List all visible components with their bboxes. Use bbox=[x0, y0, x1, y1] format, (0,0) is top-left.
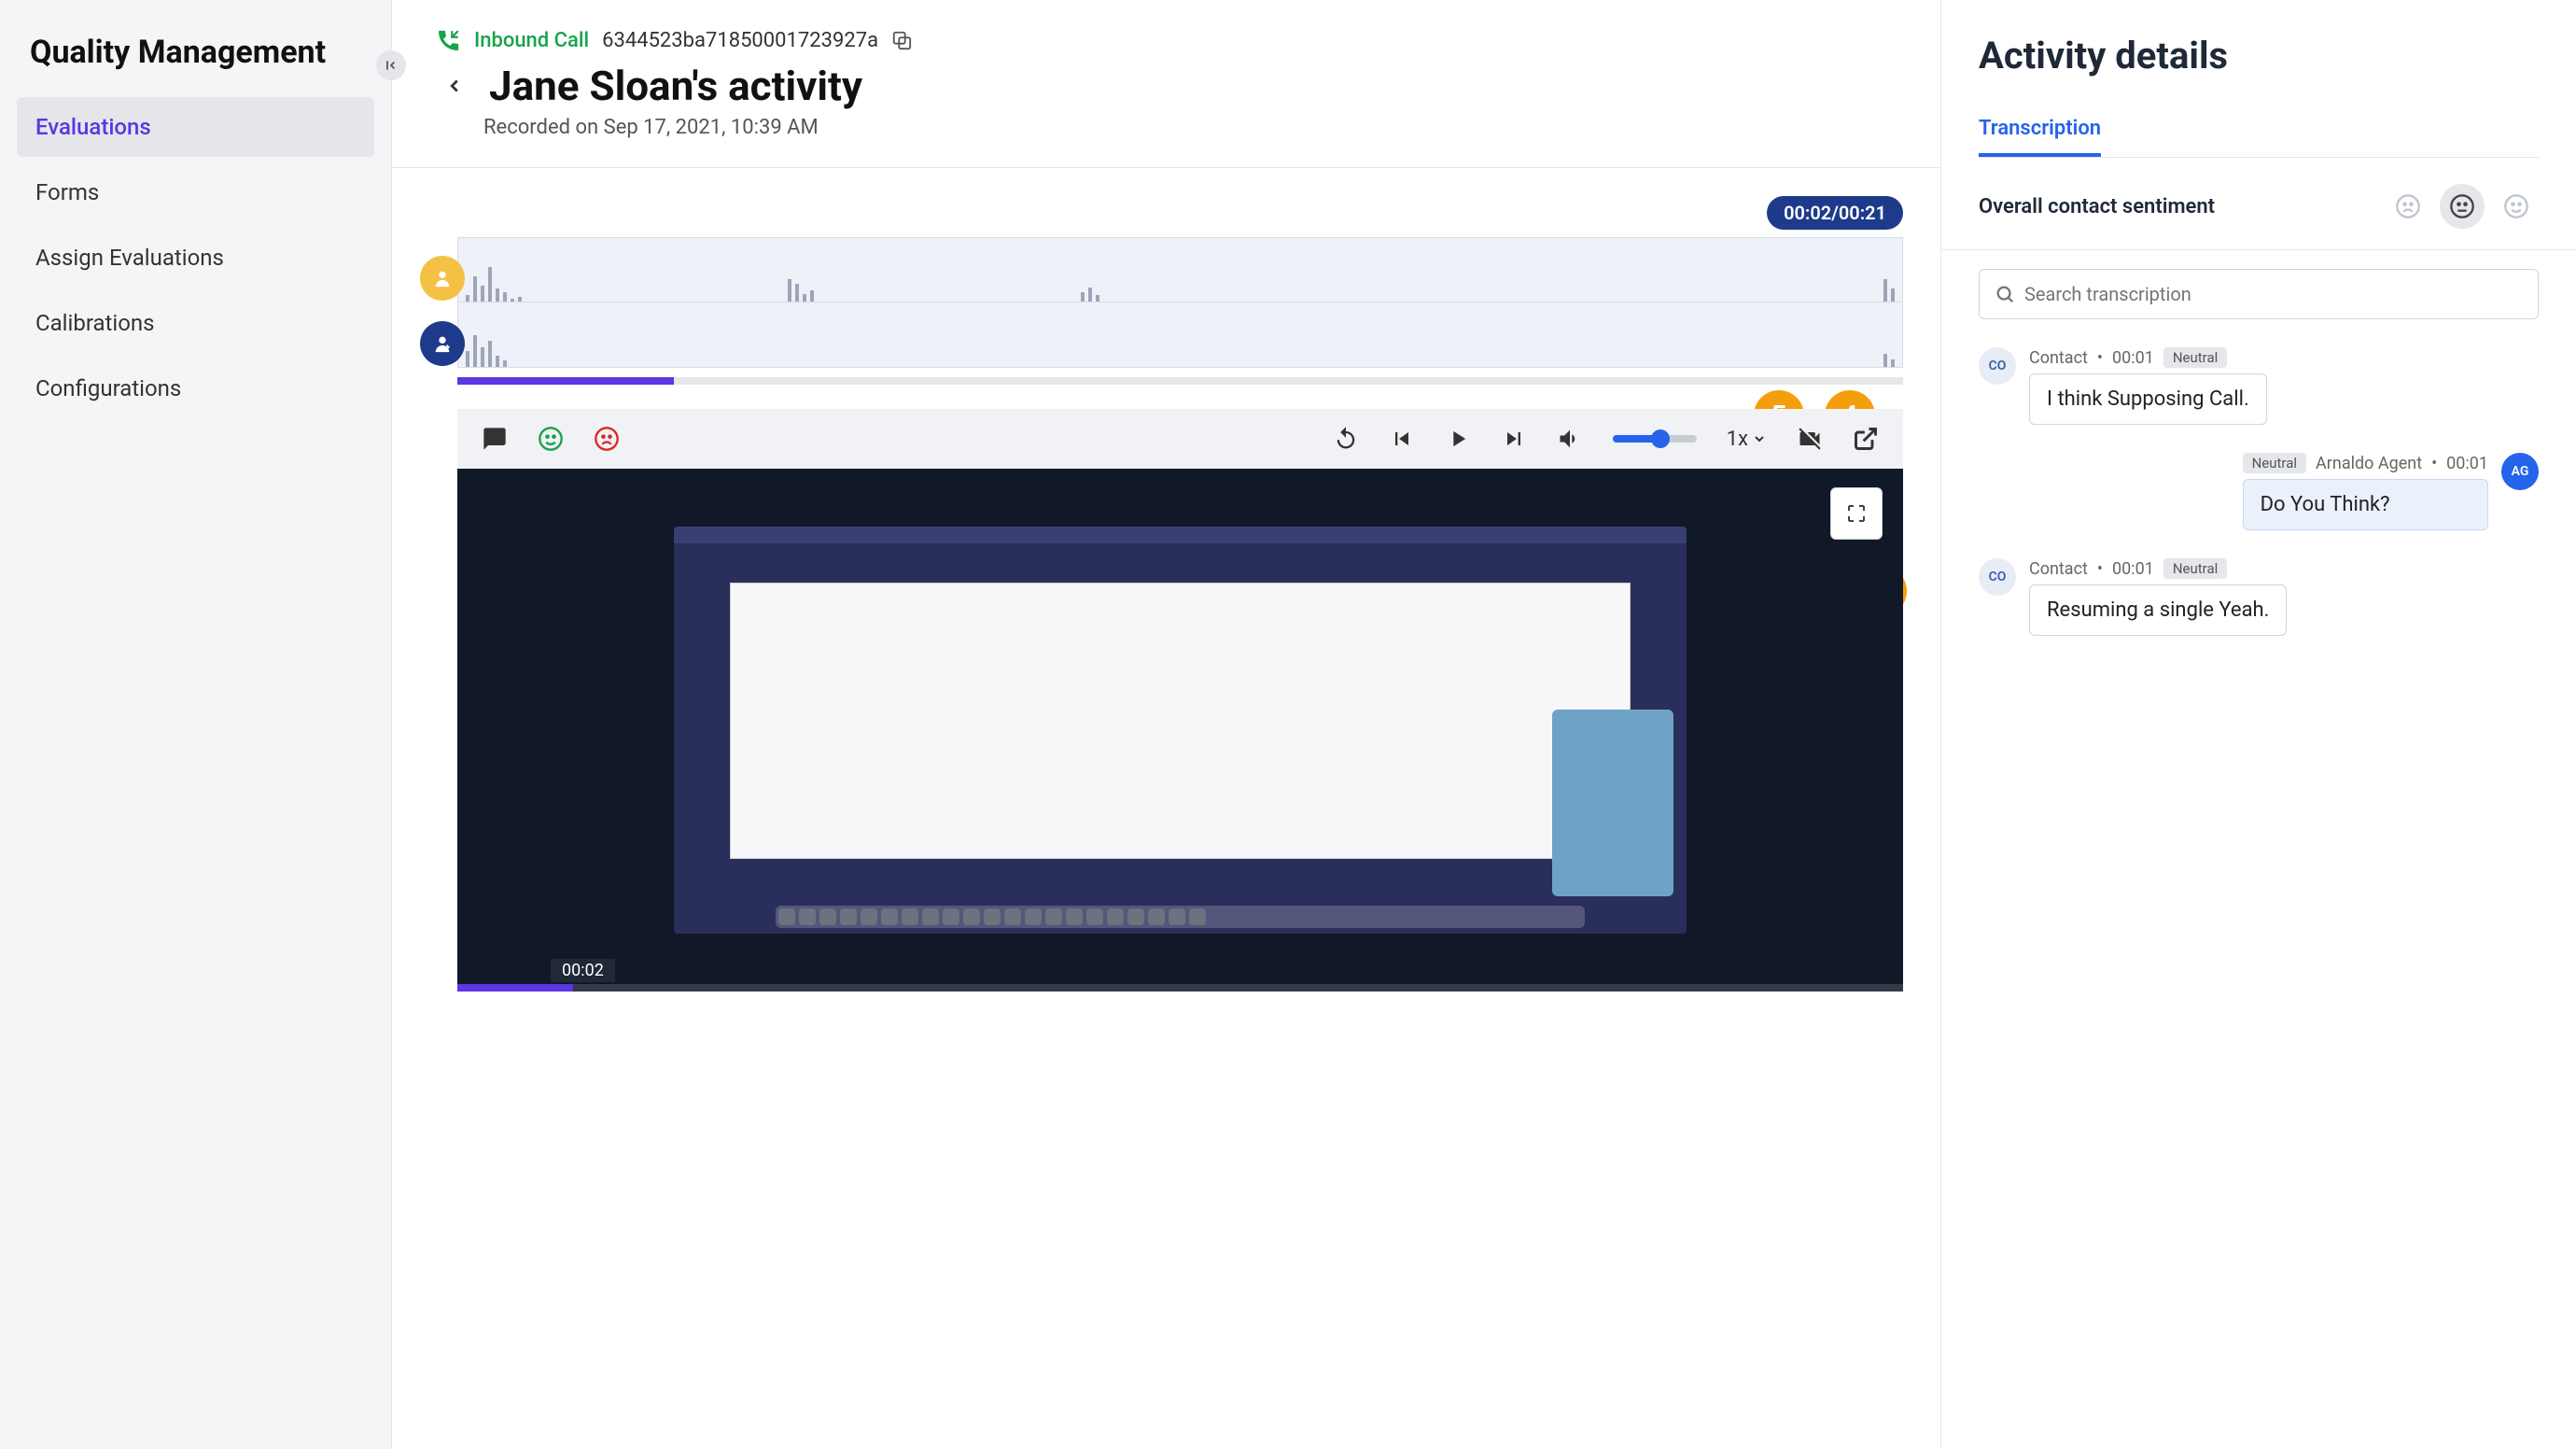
activity-main: Inbound Call 6344523ba71850001723927a Ja… bbox=[392, 0, 1941, 1449]
person-icon bbox=[432, 268, 453, 288]
volume-slider[interactable] bbox=[1613, 435, 1697, 443]
open-in-new-button[interactable] bbox=[1853, 426, 1879, 452]
collapse-icon bbox=[385, 59, 398, 72]
transcription-message: CO Contact • 00:01 Neutral I think Suppo… bbox=[1979, 347, 2539, 425]
contact-waveform[interactable] bbox=[457, 237, 1903, 302]
sidebar-item-evaluations[interactable]: Evaluations bbox=[17, 97, 374, 157]
avatar: CO bbox=[1979, 558, 2016, 596]
sidebar: Quality Management Evaluations Forms Ass… bbox=[0, 0, 392, 1449]
fullscreen-button[interactable] bbox=[1830, 487, 1883, 540]
call-id: 6344523ba71850001723927a bbox=[602, 29, 878, 52]
page-title: Jane Sloan's activity bbox=[489, 62, 862, 110]
replay-icon bbox=[1333, 426, 1359, 452]
back-button[interactable] bbox=[437, 68, 472, 104]
play-icon bbox=[1445, 426, 1471, 452]
details-tabs: Transcription bbox=[1979, 104, 2539, 158]
message-text[interactable]: Do You Think? bbox=[2243, 479, 2488, 530]
replay-button[interactable] bbox=[1333, 426, 1359, 452]
video-off-icon bbox=[1797, 426, 1823, 452]
sentiment-chip: Neutral bbox=[2163, 558, 2227, 579]
agent-icon bbox=[432, 333, 453, 354]
playback-speed-selector[interactable]: 1x bbox=[1727, 428, 1767, 451]
avatar: AG bbox=[2501, 453, 2539, 490]
call-type-label: Inbound Call bbox=[474, 29, 589, 52]
sidebar-item-assign-evaluations[interactable]: Assign Evaluations bbox=[17, 228, 374, 288]
player-controls: 1x bbox=[457, 409, 1903, 469]
chevron-down-icon bbox=[1752, 431, 1767, 446]
sad-face-icon bbox=[2395, 193, 2421, 219]
message-time: 00:01 bbox=[2446, 454, 2488, 473]
chevron-left-icon bbox=[444, 76, 465, 96]
sentiment-negative-button[interactable] bbox=[2386, 184, 2430, 229]
sentiment-chip: Neutral bbox=[2243, 453, 2306, 473]
timeline-scrubber[interactable] bbox=[457, 377, 1903, 385]
message-who: Contact bbox=[2029, 559, 2088, 579]
agent-waveform[interactable] bbox=[457, 302, 1903, 368]
message-who: Arnaldo Agent bbox=[2316, 454, 2422, 473]
waveform-area bbox=[429, 237, 1903, 385]
message-text[interactable]: I think Supposing Call. bbox=[2029, 373, 2267, 425]
sidebar-item-calibrations[interactable]: Calibrations bbox=[17, 293, 374, 353]
activity-header: Inbound Call 6344523ba71850001723927a Ja… bbox=[392, 0, 1940, 168]
sentiment-positive-button[interactable] bbox=[2494, 184, 2539, 229]
screen-recording-frame: 00:02 bbox=[457, 469, 1903, 992]
activity-details-panel: Activity details Transcription Overall c… bbox=[1941, 0, 2576, 1449]
frown-icon bbox=[594, 426, 620, 452]
skip-next-icon bbox=[1501, 426, 1527, 452]
search-icon bbox=[1995, 284, 2015, 304]
skip-previous-icon bbox=[1389, 426, 1415, 452]
contact-speaker-chip[interactable] bbox=[420, 256, 465, 301]
speed-label: 1x bbox=[1727, 428, 1748, 451]
comment-icon bbox=[482, 426, 508, 452]
copy-call-id-button[interactable] bbox=[891, 30, 912, 50]
skip-previous-button[interactable] bbox=[1389, 426, 1415, 452]
playback-time-badge: 00:02/00:21 bbox=[1767, 196, 1903, 230]
video-off-button[interactable] bbox=[1797, 426, 1823, 452]
collapse-sidebar-button[interactable] bbox=[376, 50, 406, 80]
sentiment-neutral-button[interactable] bbox=[2440, 184, 2485, 229]
sidebar-item-forms[interactable]: Forms bbox=[17, 162, 374, 222]
agent-speaker-chip[interactable] bbox=[420, 321, 465, 366]
skip-next-button[interactable] bbox=[1501, 426, 1527, 452]
message-who: Contact bbox=[2029, 348, 2088, 368]
smile-icon bbox=[538, 426, 564, 452]
video-time-chip: 00:02 bbox=[551, 959, 615, 982]
tab-transcription[interactable]: Transcription bbox=[1979, 104, 2101, 157]
transcription-message: AG Neutral Arnaldo Agent • 00:01 Do You … bbox=[1979, 453, 2539, 530]
activity-details-title: Activity details bbox=[1979, 34, 2539, 77]
negative-sentiment-button[interactable] bbox=[594, 426, 620, 452]
transcription-message: CO Contact • 00:01 Neutral Resuming a si… bbox=[1979, 558, 2539, 636]
volume-icon bbox=[1557, 426, 1583, 452]
inbound-call-icon bbox=[437, 28, 461, 52]
message-time: 00:01 bbox=[2112, 559, 2154, 579]
neutral-face-icon bbox=[2449, 193, 2475, 219]
sentiment-chip: Neutral bbox=[2163, 347, 2227, 368]
volume-button[interactable] bbox=[1557, 426, 1583, 452]
avatar: CO bbox=[1979, 347, 2016, 385]
recorded-on-label: Recorded on Sep 17, 2021, 10:39 AM bbox=[483, 116, 1896, 139]
sidebar-title: Quality Management bbox=[17, 34, 374, 71]
message-time: 00:01 bbox=[2112, 348, 2154, 368]
search-transcription-input[interactable] bbox=[1979, 269, 2539, 319]
happy-face-icon bbox=[2503, 193, 2529, 219]
comment-button[interactable] bbox=[482, 426, 508, 452]
play-button[interactable] bbox=[1445, 426, 1471, 452]
video-screen[interactable] bbox=[674, 527, 1686, 935]
fullscreen-icon bbox=[1845, 502, 1868, 525]
copy-icon bbox=[891, 30, 912, 50]
sentiment-label: Overall contact sentiment bbox=[1979, 195, 2215, 218]
sidebar-item-configurations[interactable]: Configurations bbox=[17, 359, 374, 418]
positive-sentiment-button[interactable] bbox=[538, 426, 564, 452]
search-transcription-field[interactable] bbox=[2024, 283, 2523, 305]
video-progress-bar[interactable] bbox=[457, 984, 1903, 992]
open-in-new-icon bbox=[1853, 426, 1879, 452]
message-text[interactable]: Resuming a single Yeah. bbox=[2029, 584, 2287, 636]
